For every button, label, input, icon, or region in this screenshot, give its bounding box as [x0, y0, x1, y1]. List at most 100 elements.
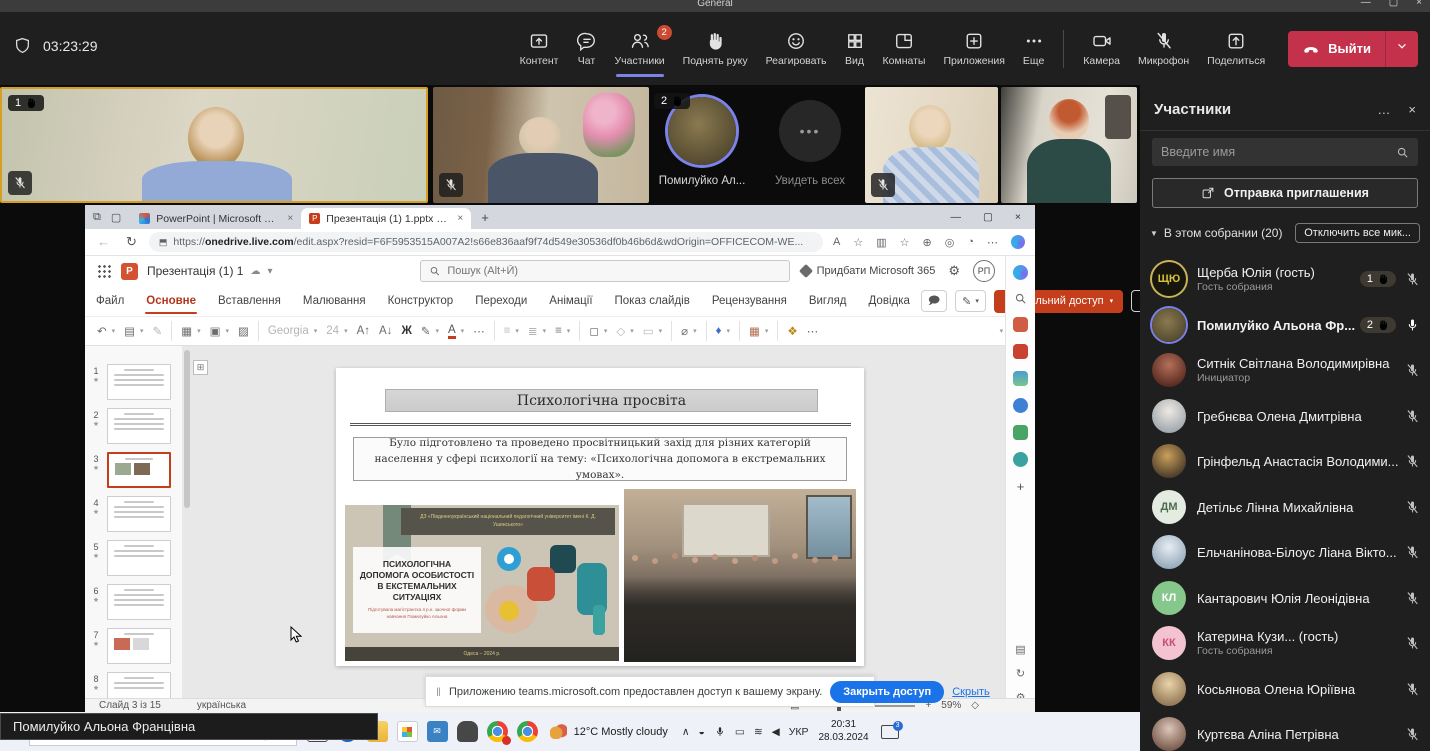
- weather-widget[interactable]: 12°C Mostly cloudy: [550, 724, 668, 739]
- taskbar-clock[interactable]: 20:31 28.03.2024: [819, 719, 869, 744]
- title-chevron-icon[interactable]: ▾: [267, 266, 272, 277]
- shapes-button[interactable]: ◻: [589, 324, 599, 338]
- settings-dots-icon[interactable]: ⋯: [987, 236, 998, 249]
- participant-row[interactable]: Куртєва Аліна Петрівна: [1140, 712, 1430, 751]
- font-more-button[interactable]: ⋯: [473, 324, 485, 338]
- video-tile-4[interactable]: [1001, 87, 1137, 203]
- numbering-button[interactable]: ≣: [528, 324, 538, 338]
- picture-button[interactable]: ▨: [238, 324, 249, 338]
- camera-button[interactable]: Камера: [1074, 17, 1129, 81]
- leave-button[interactable]: Выйти: [1288, 31, 1418, 67]
- slide-body-text[interactable]: Було підготовлено та проведено просвітни…: [353, 437, 847, 481]
- ribbon-tab-slideshow[interactable]: Показ слайдів: [604, 286, 701, 316]
- stop-sharing-button[interactable]: Закрыть доступ: [830, 681, 944, 703]
- pen-tools-button[interactable]: ✎ ▾: [955, 290, 986, 312]
- zoom-level[interactable]: 59%: [941, 700, 961, 711]
- tab-actions-icon[interactable]: ▢: [111, 211, 121, 224]
- gear-icon[interactable]: ⚙: [948, 263, 960, 279]
- avatar-tile[interactable]: 2 Помилуйко Ал...: [652, 87, 752, 187]
- ribbon-tab-view[interactable]: Вигляд: [798, 286, 858, 316]
- mail-icon[interactable]: ✉: [427, 721, 448, 742]
- hidden-icons-chevron[interactable]: ∧: [682, 726, 690, 738]
- thumbnail-scrollbar[interactable]: [184, 350, 190, 694]
- ppt-search-input[interactable]: [447, 265, 781, 277]
- mic-muted-icon[interactable]: [1405, 682, 1420, 697]
- drag-grip-icon[interactable]: ‖: [436, 685, 441, 699]
- microphone-button[interactable]: Микрофон: [1129, 17, 1198, 81]
- slide-thumb-3-selected[interactable]: 3★: [89, 452, 171, 488]
- shopping-icon[interactable]: [1013, 317, 1028, 332]
- slide-thumb-1[interactable]: 1★: [89, 364, 171, 400]
- ribbon-tab-review[interactable]: Рецензування: [701, 286, 798, 316]
- fit-to-window-icon[interactable]: ◇: [971, 700, 979, 711]
- games-icon[interactable]: [1013, 371, 1028, 386]
- account-avatar[interactable]: РП: [973, 260, 995, 282]
- highlight-button[interactable]: ✎: [421, 324, 431, 338]
- ribbon-tab-transitions[interactable]: Переходи: [464, 286, 538, 316]
- network-icon[interactable]: ≋: [754, 726, 763, 738]
- participants-button[interactable]: 2 Участники: [606, 17, 674, 81]
- collections-icon[interactable]: ⊕: [923, 236, 932, 249]
- toolbar-more-button[interactable]: ⋯: [807, 324, 819, 338]
- workspaces-icon[interactable]: ⧉: [93, 211, 101, 224]
- ribbon-tab-insert[interactable]: Вставлення: [207, 286, 292, 316]
- participant-row[interactable]: КК Катерина Кузи... (гость)Гость собрани…: [1140, 621, 1430, 665]
- mic-muted-icon[interactable]: [1405, 545, 1420, 560]
- read-aloud-icon[interactable]: A: [833, 236, 840, 248]
- collapse-panel-icon[interactable]: ⊞: [193, 360, 208, 375]
- ribbon-tab-draw[interactable]: Малювання: [292, 286, 377, 316]
- buy-microsoft365-link[interactable]: Придбати Microsoft 365: [801, 265, 936, 277]
- bullets-button[interactable]: ≡: [504, 325, 511, 337]
- see-all-dots-icon[interactable]: •••: [779, 100, 841, 162]
- copilot-icon[interactable]: [1013, 265, 1028, 280]
- browser-close-icon[interactable]: ×: [1015, 211, 1021, 223]
- font-size-select[interactable]: 24: [326, 325, 339, 337]
- participant-row[interactable]: ДМ Детільє Лінна Михайлівна: [1140, 485, 1430, 529]
- shape-outline-button[interactable]: ▭: [643, 324, 654, 338]
- video-tile-1[interactable]: 1: [0, 87, 428, 203]
- document-title[interactable]: Презентація (1) 1: [147, 264, 243, 278]
- browser-tab-1[interactable]: PowerPoint | Microsoft 365 ×: [131, 208, 301, 229]
- find-button[interactable]: ⌀: [681, 324, 688, 338]
- mic-muted-icon[interactable]: [1405, 636, 1420, 651]
- address-field[interactable]: ⬒ https://onedrive.live.com/edit.aspx?re…: [149, 232, 823, 252]
- more-button[interactable]: Еще: [1014, 17, 1053, 81]
- react-button[interactable]: Реагировать: [757, 17, 836, 81]
- language-label[interactable]: українська: [197, 700, 246, 711]
- tab-close-icon[interactable]: ×: [455, 213, 463, 224]
- powerpoint-app-icon[interactable]: P: [121, 263, 138, 280]
- ppt-search-box[interactable]: [420, 260, 790, 282]
- slide-thumb-5[interactable]: 5★: [89, 540, 171, 576]
- slide-title[interactable]: Психологічна просвіта: [385, 389, 818, 412]
- profile-icon[interactable]: ◔: [967, 236, 974, 248]
- raise-hand-button[interactable]: Поднять руку: [674, 17, 757, 81]
- designer-button[interactable]: ▦: [749, 324, 760, 338]
- minimize-icon[interactable]: —: [1361, 0, 1371, 8]
- ribbon-tab-help[interactable]: Довідка: [858, 286, 921, 316]
- font-name-select[interactable]: Georgia: [268, 325, 309, 337]
- drop-icon[interactable]: [1013, 452, 1028, 467]
- mic-on-icon[interactable]: [1405, 318, 1420, 333]
- leave-options-button[interactable]: [1386, 39, 1418, 58]
- chrome-icon[interactable]: [487, 721, 508, 742]
- sidebar-search-icon[interactable]: [1014, 292, 1027, 305]
- tray-app-icon[interactable]: ◒: [699, 726, 705, 738]
- back-icon[interactable]: ←: [97, 234, 110, 250]
- mic-muted-icon[interactable]: [1405, 500, 1420, 515]
- hide-notification-link[interactable]: Скрыть: [952, 686, 990, 698]
- mic-muted-icon[interactable]: [1405, 591, 1420, 606]
- tools-icon[interactable]: [1013, 344, 1028, 359]
- browser-tab-2-active[interactable]: P Презентація (1) 1.pptx – Micros... ×: [301, 208, 471, 229]
- view-button[interactable]: Вид: [836, 17, 874, 81]
- bold-button[interactable]: Ж: [401, 325, 411, 337]
- ribbon-tab-file[interactable]: Файл: [85, 286, 135, 316]
- embedded-slide-image[interactable]: ДЗ «Південноукраїнський національний пед…: [345, 505, 619, 661]
- outlook-icon[interactable]: [1013, 398, 1028, 413]
- mic-muted-icon[interactable]: [1405, 454, 1420, 469]
- apps-button[interactable]: Приложения: [934, 17, 1013, 81]
- participant-row[interactable]: Ситнік Світлана ВолодимирівнаИнициатор: [1140, 348, 1430, 392]
- video-tile-2[interactable]: [433, 87, 649, 203]
- participant-row[interactable]: Гребнєва Олена Дмитрівна: [1140, 394, 1430, 438]
- close-icon[interactable]: ×: [1416, 0, 1422, 8]
- new-tab-button[interactable]: +: [471, 210, 499, 229]
